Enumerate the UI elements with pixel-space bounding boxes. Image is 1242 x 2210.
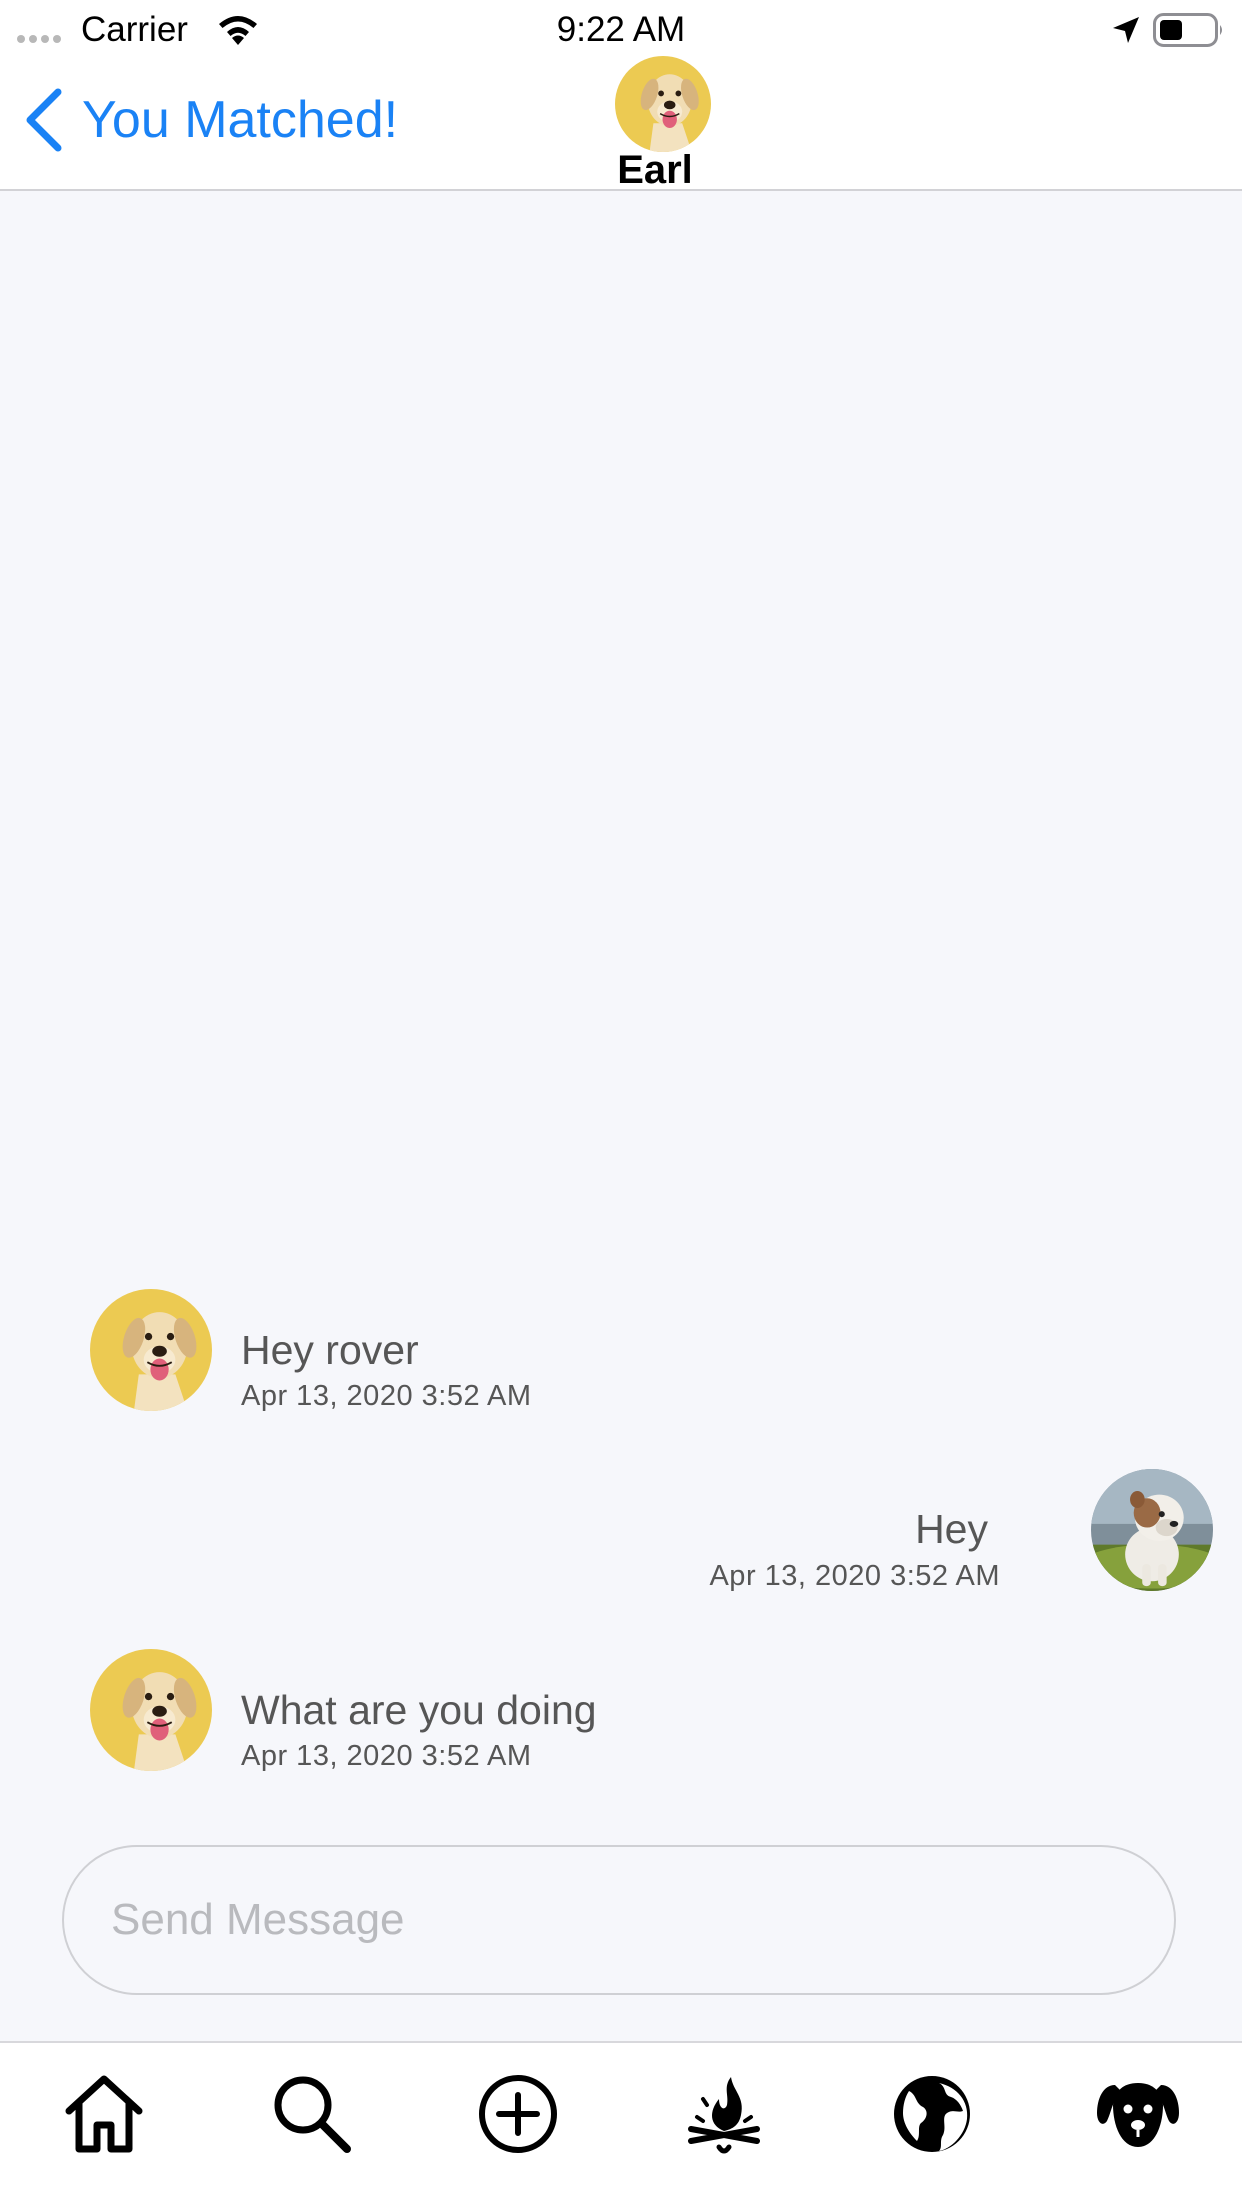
tab-explore[interactable] bbox=[887, 2069, 977, 2159]
campfire-icon bbox=[688, 2077, 760, 2154]
add-icon bbox=[479, 2075, 557, 2153]
sender-avatar[interactable] bbox=[90, 1289, 212, 1411]
my-avatar[interactable] bbox=[1091, 1469, 1213, 1591]
home-icon bbox=[65, 2075, 143, 2153]
message-timestamp: Apr 13, 2020 3:52 AM bbox=[709, 1560, 1000, 1592]
back-button-label: You Matched! bbox=[82, 91, 399, 149]
tab-search[interactable] bbox=[267, 2069, 357, 2159]
tab-bar bbox=[0, 2041, 1242, 2210]
location-arrow-icon bbox=[1113, 17, 1139, 43]
tab-add[interactable] bbox=[473, 2069, 563, 2159]
match-avatar[interactable] bbox=[615, 56, 711, 152]
message-timestamp: Apr 13, 2020 3:52 AM bbox=[241, 1380, 532, 1412]
tab-home[interactable] bbox=[59, 2069, 149, 2159]
chat-thread[interactable]: Hey rover Apr 13, 2020 3:52 AM Hey Apr 1… bbox=[0, 191, 1242, 2041]
message-timestamp: Apr 13, 2020 3:52 AM bbox=[241, 1740, 532, 1772]
tab-campfire[interactable] bbox=[679, 2069, 769, 2159]
message-input[interactable] bbox=[62, 1845, 1176, 1995]
message-text: What are you doing bbox=[241, 1687, 597, 1733]
sender-avatar[interactable] bbox=[90, 1649, 212, 1771]
search-icon bbox=[274, 2076, 351, 2153]
chevron-left-icon bbox=[26, 88, 62, 152]
globe-icon bbox=[894, 2076, 970, 2152]
status-bar: Carrier 9:22 AM bbox=[0, 0, 1242, 56]
back-button[interactable]: You Matched! bbox=[24, 86, 398, 154]
message-text: Hey rover bbox=[241, 1327, 419, 1373]
match-name: Earl bbox=[617, 148, 693, 192]
dog-icon bbox=[1097, 2083, 1179, 2147]
navigation-bar: You Matched! Earl bbox=[0, 56, 1242, 192]
message-text: Hey bbox=[915, 1506, 988, 1552]
status-time: 9:22 AM bbox=[556, 10, 686, 49]
battery-icon bbox=[1153, 13, 1222, 47]
tab-profile[interactable] bbox=[1093, 2069, 1183, 2159]
